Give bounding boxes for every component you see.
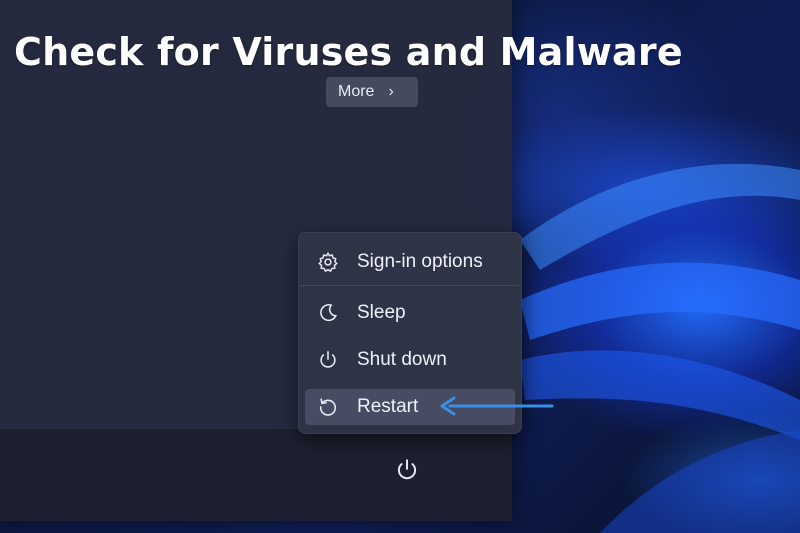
menu-item-shut-down[interactable]: Shut down [305, 342, 515, 378]
annotation-arrow [440, 396, 554, 416]
gear-icon [315, 249, 341, 275]
menu-item-label: Sleep [357, 302, 406, 323]
menu-item-label: Shut down [357, 349, 447, 370]
restart-icon [315, 394, 341, 420]
more-button[interactable]: More › [326, 77, 418, 107]
power-button[interactable] [390, 455, 424, 489]
page-title: Check for Viruses and Malware [14, 30, 683, 74]
more-button-label: More [338, 83, 375, 100]
power-icon [394, 457, 420, 488]
menu-item-label: Restart [357, 396, 419, 417]
menu-item-label: Sign-in options [357, 251, 483, 272]
menu-item-sleep[interactable]: Sleep [305, 295, 515, 331]
power-icon [315, 347, 341, 373]
menu-divider [299, 285, 519, 286]
start-menu-footer [0, 428, 512, 521]
moon-icon [315, 300, 341, 326]
menu-item-sign-in-options[interactable]: Sign-in options [305, 244, 515, 280]
chevron-right-icon: › [388, 83, 394, 100]
